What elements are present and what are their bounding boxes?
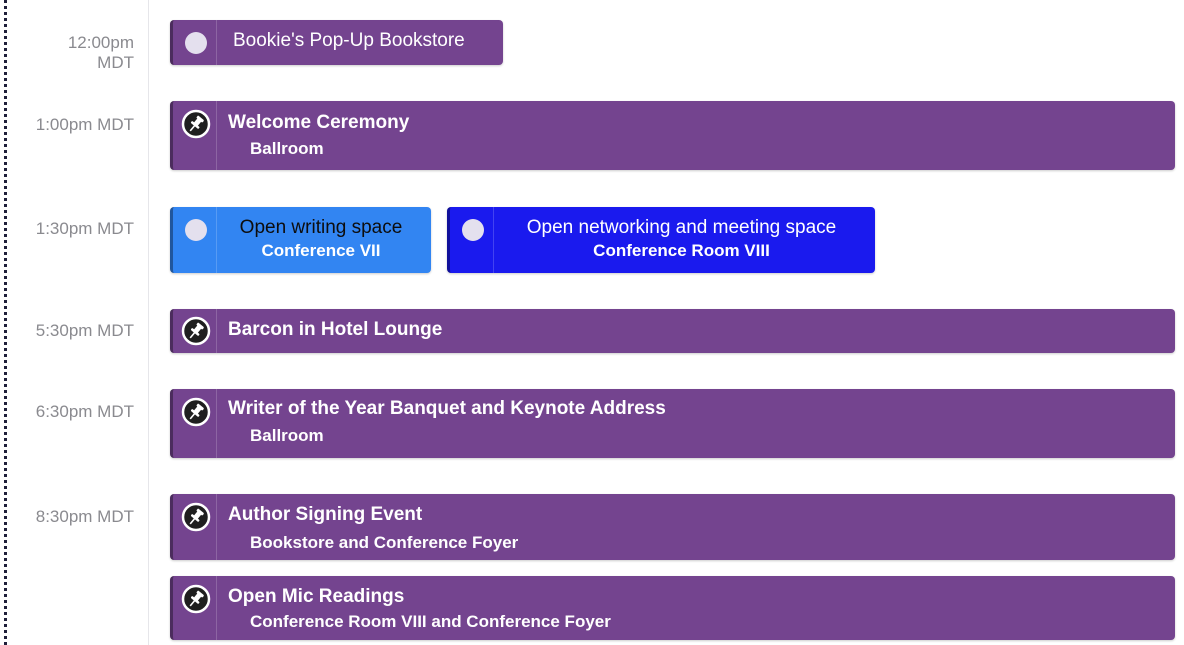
time-label: 5:30pm MDT <box>35 321 134 340</box>
event-card[interactable]: Open Mic Readings Conference Room VIII a… <box>170 576 1175 640</box>
time-zone-text: MDT <box>97 53 134 72</box>
time-column-divider <box>148 0 149 645</box>
event-location: Bookstore and Conference Foyer <box>250 533 519 552</box>
event-title: Welcome Ceremony <box>228 112 410 133</box>
event-icon-divider <box>216 101 217 170</box>
event-icon-divider <box>216 20 217 65</box>
event-title: Writer of the Year Banquet and Keynote A… <box>228 398 666 419</box>
time-label: 1:00pm MDT <box>35 115 134 134</box>
event-location: Conference Room VIII and Conference Foye… <box>250 612 611 631</box>
event-card[interactable]: Bookie's Pop-Up Bookstore <box>170 20 503 65</box>
event-title: Open writing space <box>239 217 403 238</box>
time-label: 8:30pm MDT <box>35 507 134 526</box>
event-location: Conference VII <box>261 241 381 260</box>
pushpin-icon <box>181 109 211 139</box>
event-icon-divider <box>216 309 217 353</box>
event-title: Open networking and meeting space <box>526 217 837 238</box>
event-card[interactable]: Author Signing Event Bookstore and Confe… <box>170 494 1175 560</box>
event-title: Author Signing Event <box>228 504 423 525</box>
timeline-dotted-border <box>4 0 7 645</box>
pushpin-icon <box>181 316 211 346</box>
pushpin-icon <box>181 584 211 614</box>
event-card[interactable]: Welcome Ceremony Ballroom <box>170 101 1175 170</box>
circle-dot-icon <box>185 219 207 241</box>
event-card[interactable]: Writer of the Year Banquet and Keynote A… <box>170 389 1175 458</box>
time-label: 12:00pm MDT <box>10 33 134 73</box>
event-title: Open Mic Readings <box>228 586 405 607</box>
time-label-text: 12:00pm <box>67 33 134 52</box>
pushpin-icon <box>181 397 211 427</box>
event-icon-divider <box>216 576 217 640</box>
time-label: 6:30pm MDT <box>35 402 134 421</box>
circle-dot-icon <box>462 219 484 241</box>
event-card[interactable]: Barcon in Hotel Lounge <box>170 309 1175 353</box>
event-icon-divider <box>216 389 217 458</box>
circle-dot-icon <box>185 32 207 54</box>
event-location: Conference Room VIII <box>593 241 770 260</box>
event-card[interactable]: Open networking and meeting space Confer… <box>447 207 875 273</box>
event-location: Ballroom <box>250 139 324 158</box>
event-location: Ballroom <box>250 426 324 445</box>
event-title: Barcon in Hotel Lounge <box>228 319 443 340</box>
event-card[interactable]: Open writing space Conference VII <box>170 207 431 273</box>
event-title: Bookie's Pop-Up Bookstore <box>233 30 465 51</box>
pushpin-icon <box>181 502 211 532</box>
event-icon-divider <box>216 494 217 560</box>
time-label: 1:30pm MDT <box>35 219 134 238</box>
